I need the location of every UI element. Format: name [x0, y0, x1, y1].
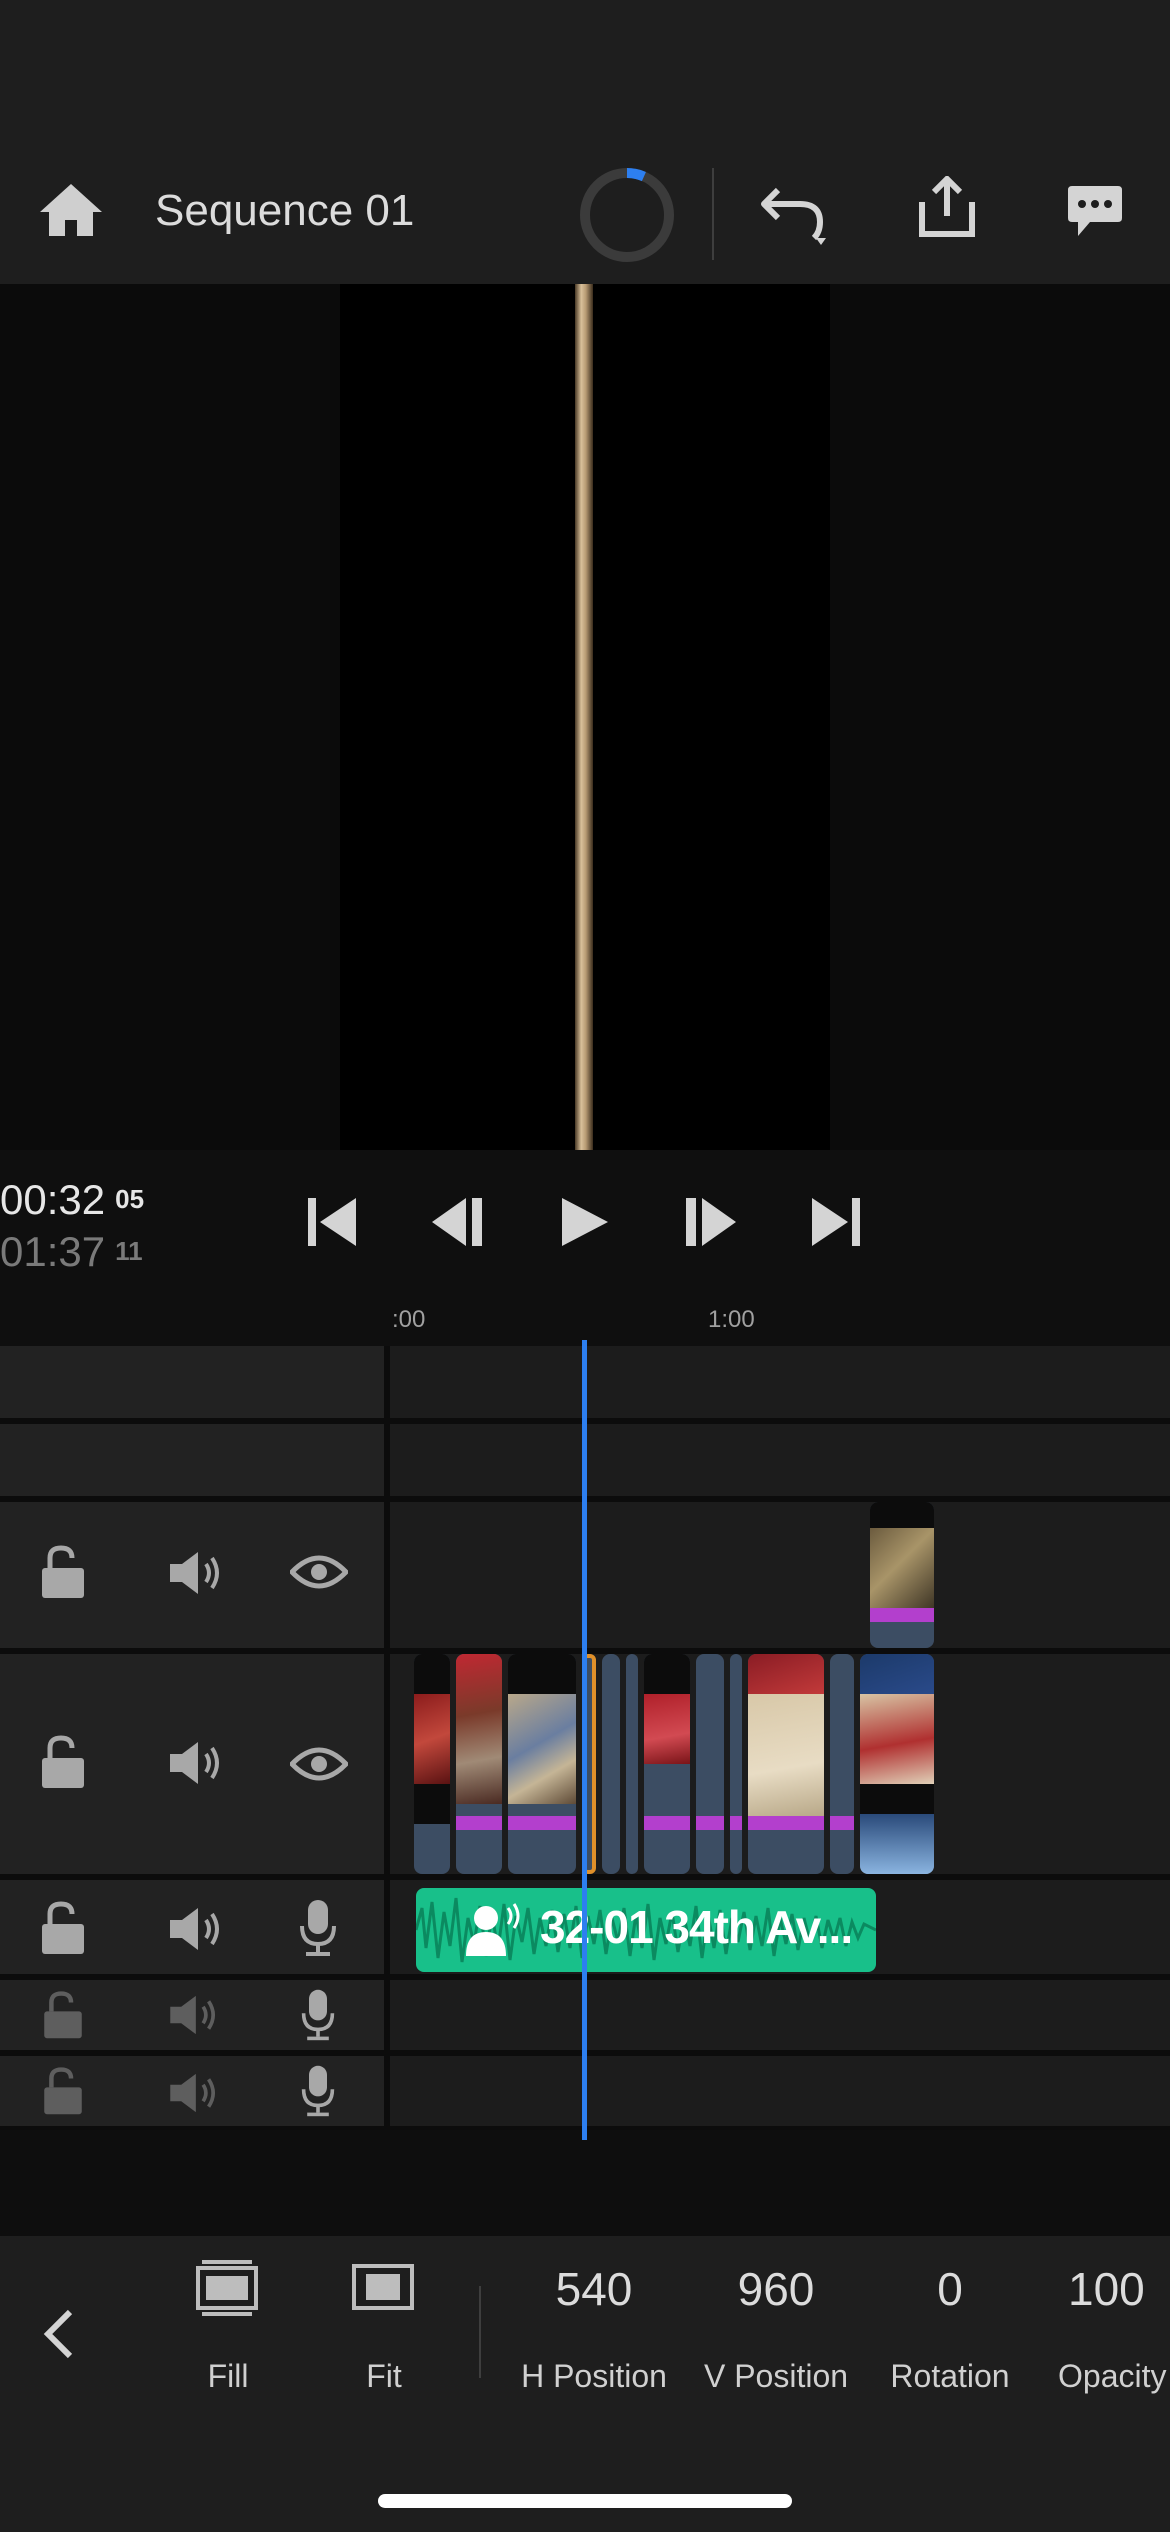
fit-icon[interactable] [352, 2264, 414, 2310]
video-clip[interactable] [644, 1654, 690, 1874]
ruler-label-start: :00 [392, 1306, 426, 1333]
speaker-icon[interactable] [168, 1994, 220, 2036]
eye-icon[interactable] [290, 1746, 348, 1782]
video-clip[interactable] [830, 1654, 854, 1874]
video-clip[interactable] [730, 1654, 742, 1874]
track-header [0, 1346, 384, 1418]
fill-label: Fill [207, 2358, 249, 2394]
video-track-2-lane[interactable] [390, 1502, 1170, 1648]
playhead[interactable] [582, 1340, 587, 2140]
voice-icon [464, 1902, 524, 1958]
transport-bar [0, 1150, 1170, 1350]
comments-icon[interactable] [1066, 184, 1124, 242]
track-lane[interactable] [390, 1424, 1170, 1496]
microphone-icon[interactable] [300, 1988, 336, 2042]
track-header [0, 1424, 384, 1496]
speaker-icon[interactable] [168, 1906, 224, 1952]
lock-icon[interactable] [40, 2066, 86, 2116]
video-clip[interactable] [860, 1654, 934, 1874]
v-position-label: V Position [703, 2358, 849, 2394]
speaker-icon[interactable] [168, 1740, 224, 1786]
opacity-value[interactable]: 100 [1046, 2262, 1170, 2316]
audio-track-3-lane[interactable] [390, 2056, 1170, 2126]
video-clip[interactable] [456, 1654, 502, 1874]
speaker-icon[interactable] [168, 2072, 220, 2114]
audio-track-2-lane[interactable] [390, 1980, 1170, 2050]
video-clip[interactable] [508, 1654, 576, 1874]
preview-content [575, 284, 593, 1150]
lock-icon[interactable] [40, 1990, 86, 2040]
undo-icon[interactable] [760, 182, 832, 248]
go-to-end-icon[interactable] [808, 1196, 862, 1248]
home-icon[interactable] [38, 182, 104, 238]
rotation-value[interactable]: 0 [870, 2262, 1030, 2316]
status-bar [0, 0, 1170, 160]
video-clip[interactable] [696, 1654, 724, 1874]
track-lane[interactable] [390, 1346, 1170, 1418]
h-position-value[interactable]: 540 [512, 2262, 676, 2316]
audio-clip[interactable]: 32-01 34th Av... [416, 1888, 876, 1972]
video-clip[interactable] [748, 1654, 824, 1874]
video-clip[interactable] [414, 1654, 450, 1874]
lock-icon[interactable] [40, 1734, 86, 1790]
fit-label: Fit [366, 2358, 402, 2394]
current-timecode: 00:32 05 [0, 1176, 145, 1223]
ruler-label-1min: 1:00 [708, 1306, 755, 1333]
back-chevron-icon[interactable] [40, 2308, 76, 2360]
video-clip[interactable] [626, 1654, 638, 1874]
step-forward-icon[interactable] [682, 1196, 738, 1248]
microphone-icon[interactable] [298, 1898, 338, 1958]
eye-icon[interactable] [290, 1554, 348, 1590]
lock-icon[interactable] [40, 1544, 86, 1600]
video-clip[interactable] [870, 1502, 934, 1648]
header-divider [712, 168, 714, 260]
h-position-label: H Position [521, 2358, 667, 2394]
go-to-start-icon[interactable] [306, 1196, 360, 1248]
speaker-icon[interactable] [168, 1550, 224, 1596]
total-duration: 01:37 11 [0, 1228, 143, 1275]
video-clip[interactable] [602, 1654, 620, 1874]
home-indicator [378, 2494, 792, 2508]
lock-icon[interactable] [40, 1900, 86, 1956]
step-back-icon[interactable] [430, 1196, 486, 1248]
opacity-label: Opacity [1058, 2358, 1167, 2394]
rotation-label: Rotation [890, 2358, 1010, 2394]
microphone-icon[interactable] [300, 2064, 336, 2118]
toolbar-divider [479, 2286, 481, 2378]
v-position-value[interactable]: 960 [694, 2262, 858, 2316]
share-icon[interactable] [916, 176, 978, 240]
sequence-title: Sequence 01 [155, 186, 415, 235]
play-icon[interactable] [560, 1196, 610, 1248]
fill-icon[interactable] [196, 2258, 258, 2320]
progress-ring-icon [576, 164, 678, 266]
